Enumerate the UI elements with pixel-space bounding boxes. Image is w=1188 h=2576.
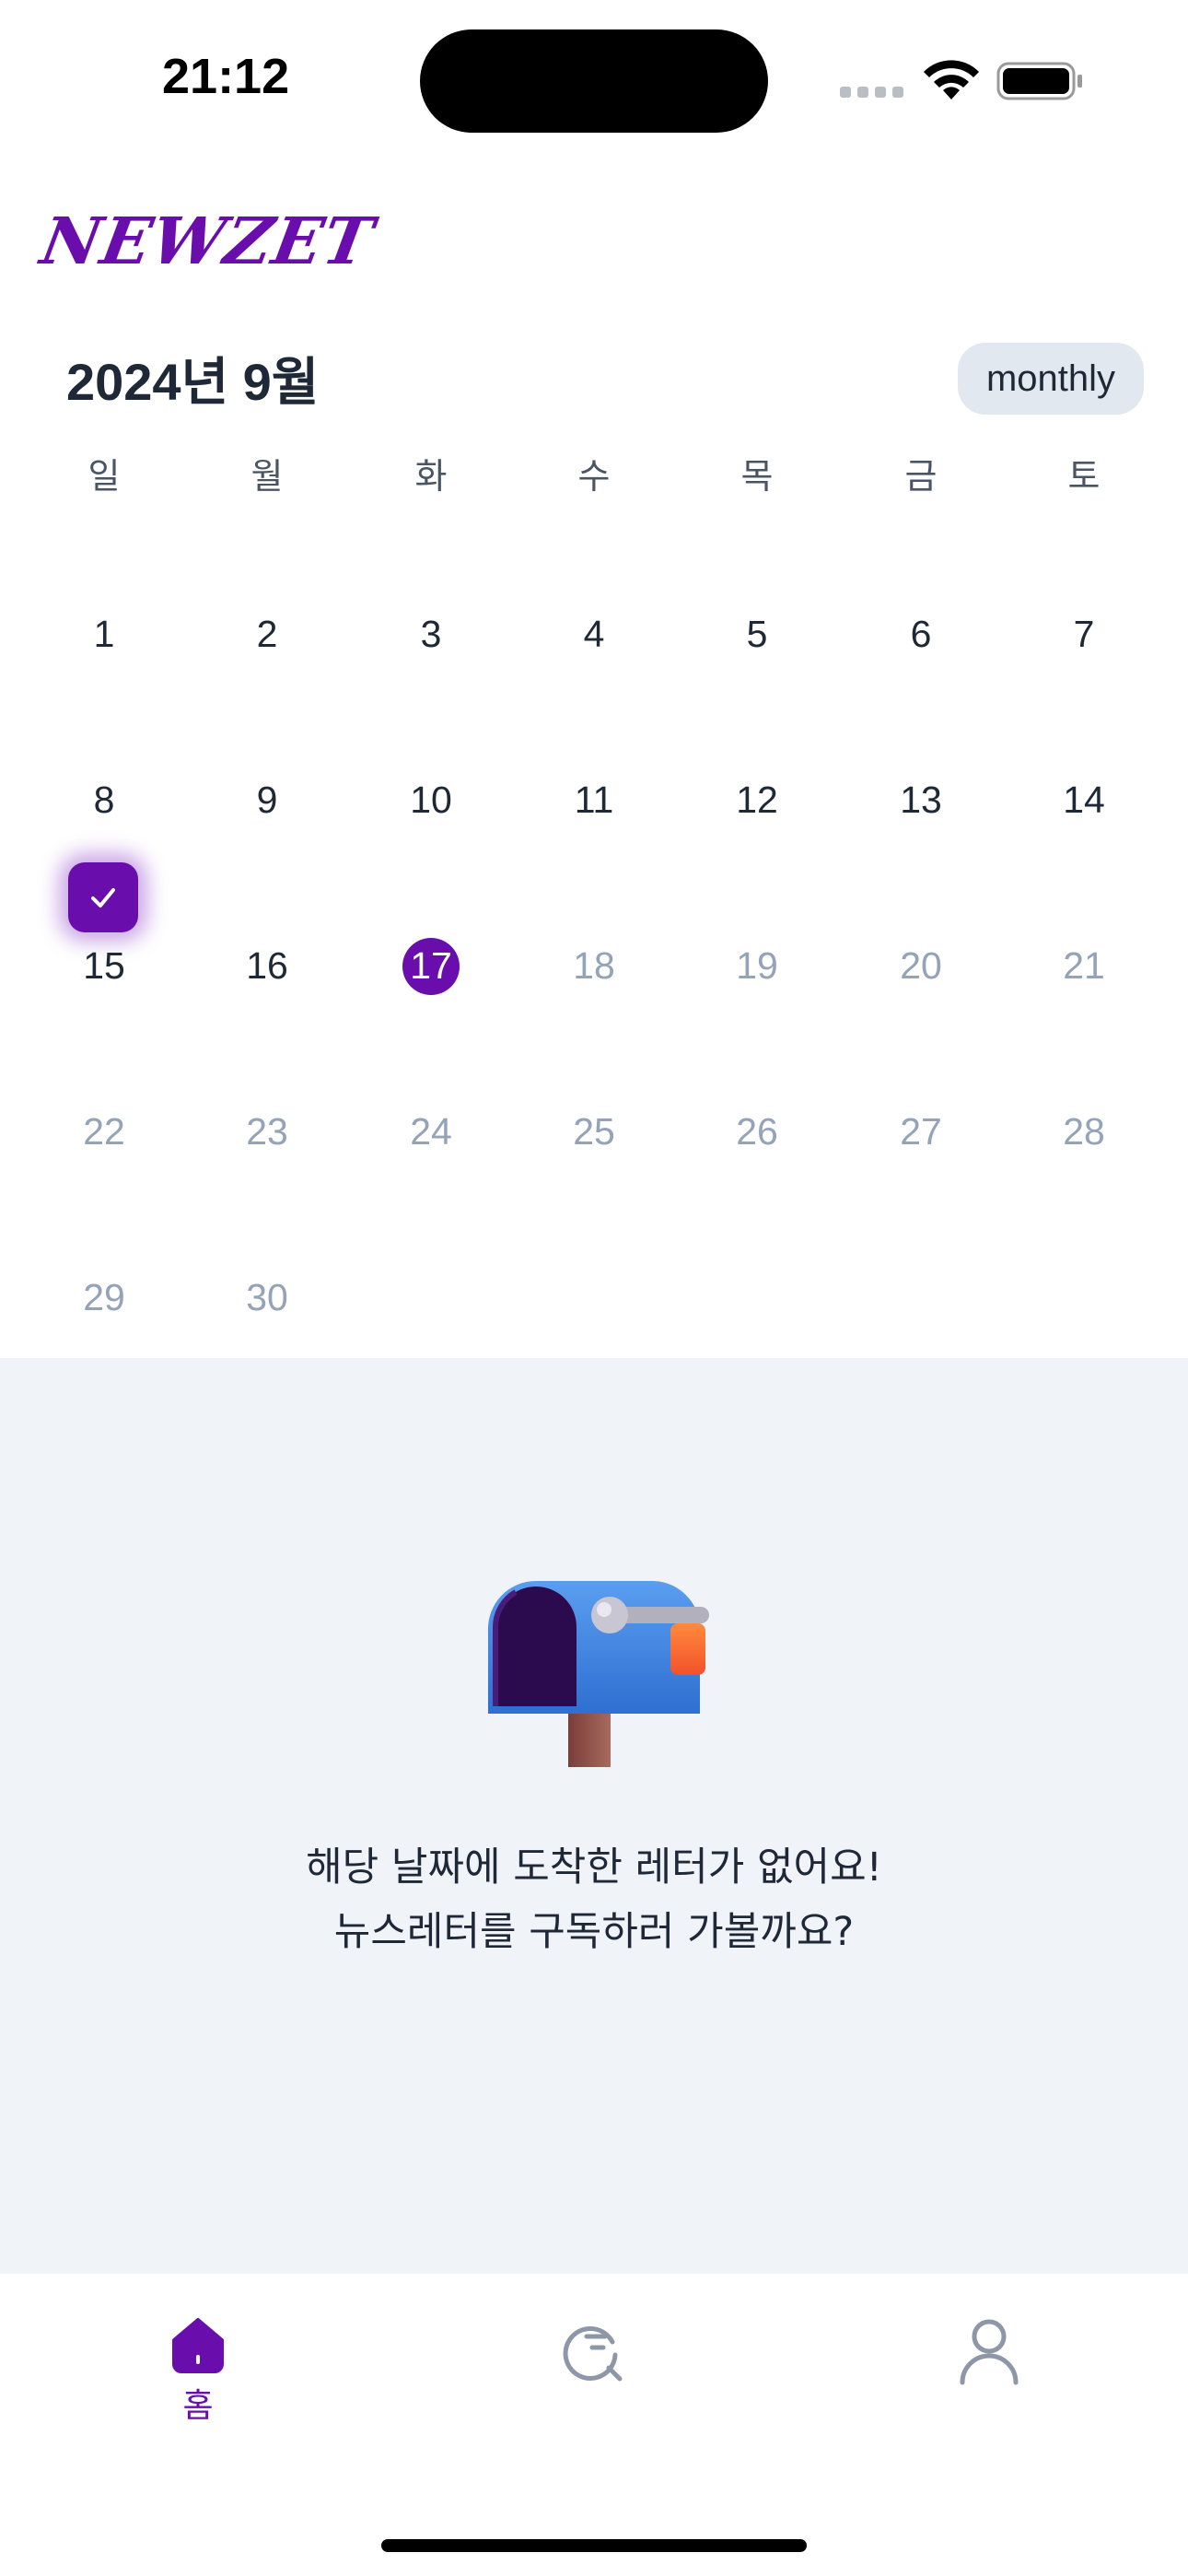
tab-profile[interactable] xyxy=(925,2316,1054,2454)
calendar-day[interactable]: 25 xyxy=(539,1095,649,1168)
calendar-day[interactable]: 24 xyxy=(376,1095,486,1168)
calendar-day[interactable]: 5 xyxy=(702,597,812,671)
calendar-day[interactable]: 16 xyxy=(212,929,322,1002)
empty-state-message: 해당 날짜에 도착한 레터가 없어요! xyxy=(306,1844,882,1891)
calendar-day[interactable]: 15 xyxy=(49,929,159,1002)
weekday-label: 토 xyxy=(1067,456,1101,497)
weekday-label: 일 xyxy=(87,456,121,497)
calendar-day[interactable]: 18 xyxy=(539,929,649,1002)
calendar-day[interactable]: 10 xyxy=(376,763,486,837)
calendar-month-title[interactable]: 2024년 9월 xyxy=(66,341,319,416)
calendar-day[interactable]: 2 xyxy=(212,597,322,671)
calendar-day[interactable]: 8 xyxy=(49,763,159,837)
calendar-day[interactable]: 26 xyxy=(702,1095,812,1168)
calendar-day[interactable]: 21 xyxy=(1029,929,1139,1002)
weekday-label: 월 xyxy=(250,456,284,497)
calendar-day-today[interactable]: 17 xyxy=(376,929,486,1002)
status-time: 21:12 xyxy=(162,49,290,104)
weekday-label: 수 xyxy=(577,456,611,497)
search-icon xyxy=(563,2325,623,2382)
calendar-day[interactable]: 27 xyxy=(866,1095,976,1168)
empty-state-panel xyxy=(0,1358,1188,2274)
calendar-day[interactable]: 7 xyxy=(1029,597,1139,671)
home-icon xyxy=(172,2318,224,2373)
calendar-day[interactable]: 22 xyxy=(49,1095,159,1168)
tab-home-label: 홈 xyxy=(182,2387,214,2425)
calendar-day[interactable]: 28 xyxy=(1029,1095,1139,1168)
calendar-day[interactable]: 23 xyxy=(212,1095,322,1168)
weekday-label: 화 xyxy=(414,456,448,497)
profile-icon xyxy=(960,2319,1019,2385)
tab-search[interactable] xyxy=(530,2316,658,2454)
calendar-day[interactable]: 6 xyxy=(866,597,976,671)
calendar-day[interactable]: 12 xyxy=(702,763,812,837)
weekday-label: 목 xyxy=(740,456,774,497)
wifi-icon xyxy=(924,60,979,100)
calendar-day[interactable]: 30 xyxy=(212,1260,322,1334)
calendar-day[interactable]: 14 xyxy=(1029,763,1139,837)
calendar-day[interactable]: 9 xyxy=(212,763,322,837)
weekday-header-row: 일 월 화 수 목 금 토 xyxy=(0,448,1188,503)
battery-icon xyxy=(996,62,1082,100)
calendar-day[interactable]: 19 xyxy=(702,929,812,1002)
letter-received-badge[interactable] xyxy=(68,862,138,932)
home-indicator xyxy=(381,2539,807,2552)
tab-home[interactable]: 홈 xyxy=(134,2316,262,2454)
dynamic-island xyxy=(420,29,768,133)
app-logo: NEWZET xyxy=(35,203,379,279)
calendar-day[interactable]: 1 xyxy=(49,597,159,671)
calendar-day[interactable]: 11 xyxy=(539,763,649,837)
mailbox-icon xyxy=(487,1581,709,1767)
check-icon xyxy=(91,888,115,907)
calendar-day[interactable]: 4 xyxy=(539,597,649,671)
calendar-day[interactable]: 29 xyxy=(49,1260,159,1334)
weekday-label: 금 xyxy=(904,456,938,497)
cellular-signal-icon xyxy=(840,79,904,98)
empty-state-cta: 뉴스레터를 구독하러 가볼까요? xyxy=(333,1909,855,1955)
calendar-day[interactable]: 13 xyxy=(866,763,976,837)
calendar-day[interactable]: 3 xyxy=(376,597,486,671)
calendar-day[interactable]: 20 xyxy=(866,929,976,1002)
monthly-view-toggle[interactable]: monthly xyxy=(958,343,1144,415)
